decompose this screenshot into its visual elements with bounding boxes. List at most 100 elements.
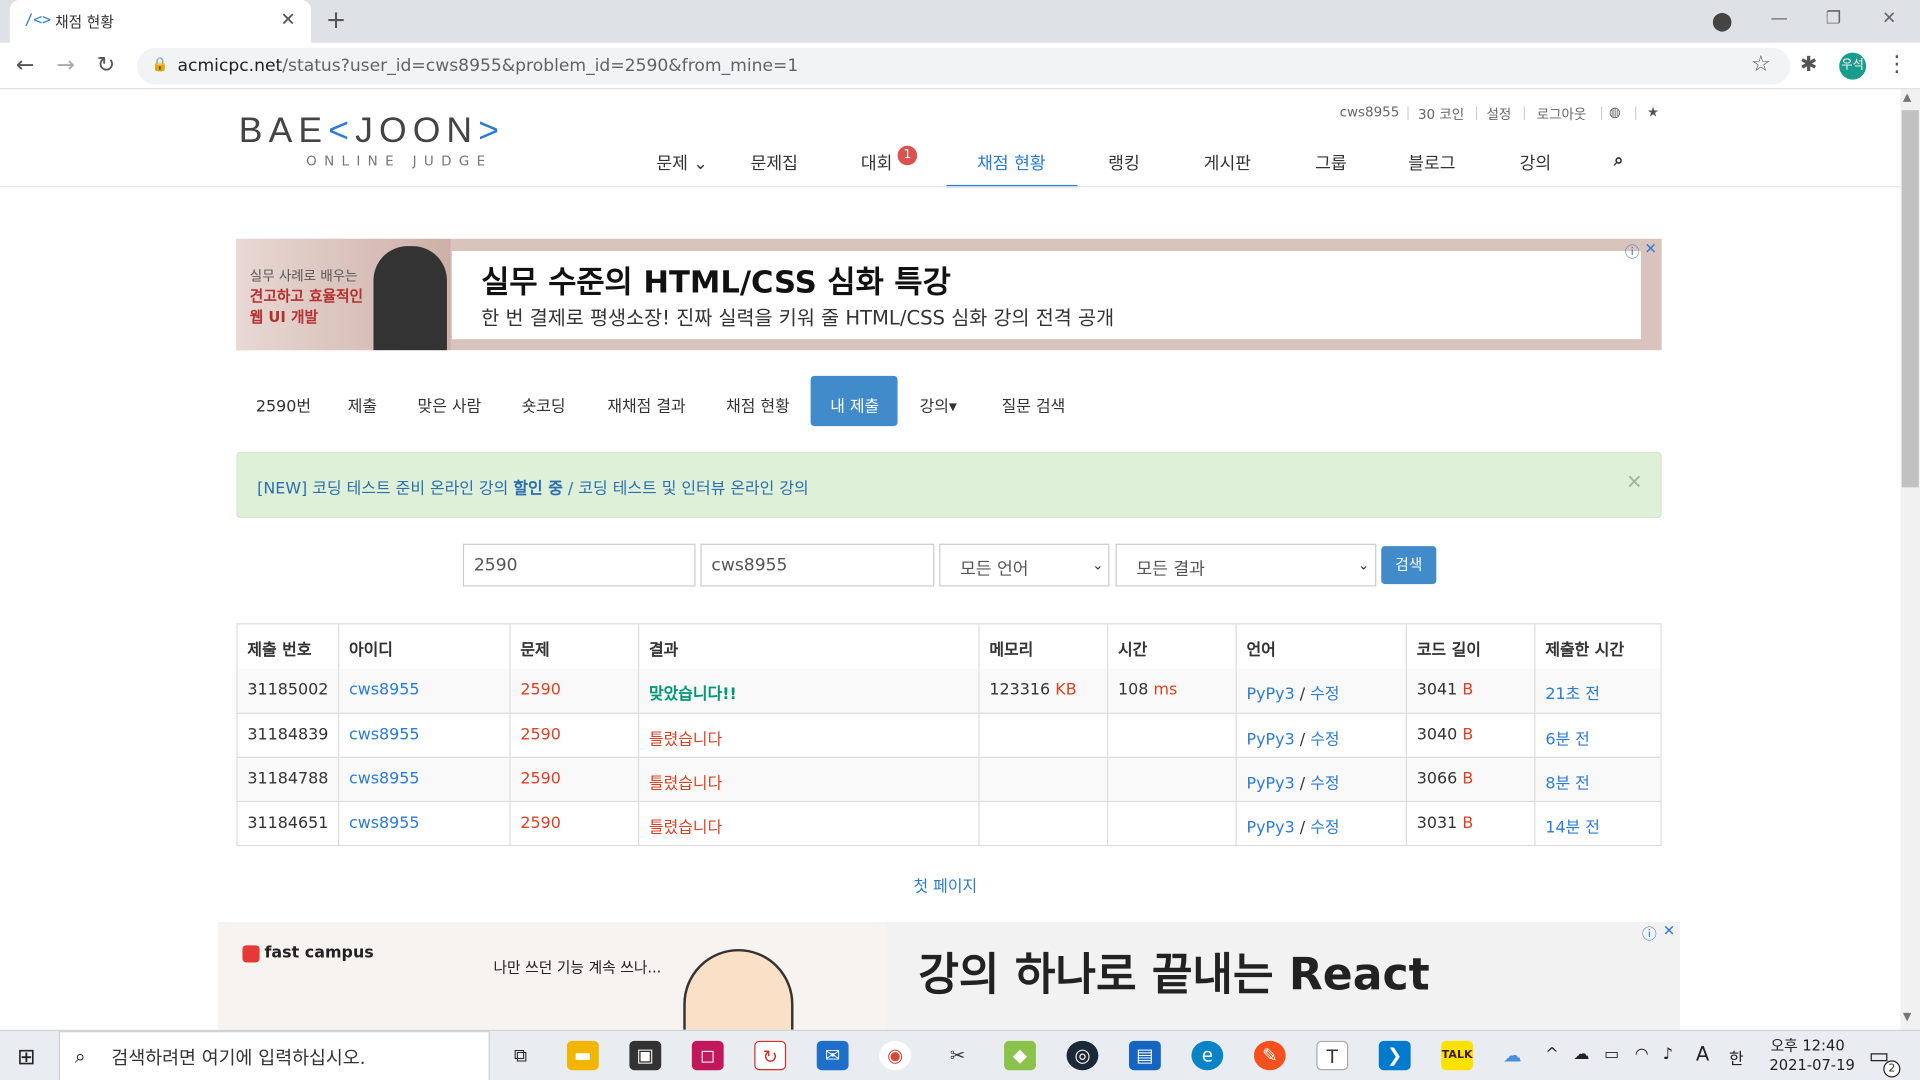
reader-icon[interactable]: ▤ xyxy=(1128,1040,1161,1071)
first-page-link[interactable]: 첫 페이지 xyxy=(913,873,977,896)
cell-user[interactable]: cws8955 xyxy=(337,668,509,713)
language-link[interactable]: PyPy3 xyxy=(1247,819,1295,837)
file-explorer-icon[interactable]: ▬ xyxy=(566,1040,599,1071)
cell-language[interactable]: PyPy3 / 수정 xyxy=(1235,713,1406,758)
cell-submitted[interactable]: 14분 전 xyxy=(1534,802,1663,847)
promo-alert-link[interactable]: [NEW] 코딩 테스트 준비 온라인 강의 할인 중 / 코딩 테스트 및 인… xyxy=(257,475,809,498)
volume-icon[interactable]: ♪ xyxy=(1663,1046,1673,1064)
user-link[interactable]: cws8955 xyxy=(349,814,420,832)
app-colorful-icon[interactable]: ◆ xyxy=(1004,1040,1036,1071)
edit-link[interactable]: 수정 xyxy=(1310,731,1339,749)
submitted-time-link[interactable]: 21초 전 xyxy=(1545,686,1600,704)
subnav-problem[interactable]: 2590번 xyxy=(256,393,311,416)
cell-problem[interactable]: 2590 xyxy=(509,757,638,803)
subnav-question-search[interactable]: 질문 검색 xyxy=(1002,393,1066,416)
ad-banner-top[interactable]: 실무 사례로 배우는 견고하고 효율적인 웹 UI 개발 실무 수준의 HTML… xyxy=(236,238,1662,351)
subnav-accepted[interactable]: 맞은 사람 xyxy=(418,393,482,416)
subnav-shortcoding[interactable]: 숏코딩 xyxy=(522,393,566,416)
scroll-down-icon[interactable]: ▼ xyxy=(1903,1011,1911,1023)
nav-lecture[interactable]: 강의 xyxy=(1520,151,1552,175)
edge-icon[interactable]: e xyxy=(1191,1040,1224,1071)
onedrive-icon[interactable]: ☁ xyxy=(1573,1046,1589,1064)
problem-link[interactable]: 2590 xyxy=(520,726,561,744)
alert-close-icon[interactable]: ✕ xyxy=(1626,470,1642,493)
ad-close-icon[interactable]: ✕ xyxy=(1663,922,1675,939)
profile-avatar[interactable]: 우석 xyxy=(1839,52,1867,80)
tray-overflow-icon[interactable]: ^ xyxy=(1545,1046,1558,1064)
ime-mode-a[interactable]: A xyxy=(1696,1042,1709,1065)
submitted-time-link[interactable]: 6분 전 xyxy=(1545,731,1589,749)
submitted-time-link[interactable]: 14분 전 xyxy=(1545,819,1600,837)
store-icon[interactable]: ▣ xyxy=(629,1040,662,1071)
bookmark-star-icon[interactable]: ☆ xyxy=(1751,51,1771,77)
browser-menu-icon[interactable]: ⋮ xyxy=(1886,51,1908,77)
cell-submitted[interactable]: 6분 전 xyxy=(1534,713,1663,758)
task-view-icon[interactable]: ⧉ xyxy=(504,1041,536,1070)
ad-close-icon[interactable]: ✕ xyxy=(1645,240,1657,257)
reload-icon[interactable]: ↻ xyxy=(97,53,115,79)
language-link[interactable]: PyPy3 xyxy=(1247,775,1295,793)
draw-icon[interactable]: ✎ xyxy=(1253,1040,1286,1071)
cell-user[interactable]: cws8955 xyxy=(337,757,509,803)
cell-problem[interactable]: 2590 xyxy=(509,668,638,713)
chrome-icon[interactable]: ◉ xyxy=(879,1040,912,1071)
subnav-rejudge[interactable]: 재채점 결과 xyxy=(607,393,685,416)
top-link-logout[interactable]: 로그아웃 xyxy=(1537,104,1587,124)
wifi-icon[interactable]: ◠ xyxy=(1635,1046,1649,1064)
forward-icon[interactable]: → xyxy=(56,53,74,79)
cell-submitted[interactable]: 8분 전 xyxy=(1534,757,1663,803)
kakaotalk-icon[interactable]: TALK xyxy=(1441,1040,1474,1071)
favorite-star-icon[interactable]: ★ xyxy=(1647,104,1659,120)
problem-id-input[interactable]: 2590 xyxy=(462,543,696,587)
ad-banner-bottom[interactable]: fast campus 나만 쓰던 기능 계속 쓰나... 강의 하나로 끝내는… xyxy=(217,922,1681,1030)
mail-icon[interactable]: ✉ xyxy=(816,1040,849,1071)
cell-submitted[interactable]: 21초 전 xyxy=(1534,668,1663,713)
minimize-icon[interactable]: — xyxy=(1771,9,1788,29)
typora-icon[interactable]: T xyxy=(1316,1040,1349,1071)
clock-time[interactable]: 오후 12:40 xyxy=(1771,1035,1845,1056)
problem-link[interactable]: 2590 xyxy=(520,814,561,832)
cell-problem[interactable]: 2590 xyxy=(509,713,638,758)
edit-link[interactable]: 수정 xyxy=(1310,775,1339,793)
cell-language[interactable]: PyPy3 / 수정 xyxy=(1235,757,1406,803)
cell-user[interactable]: cws8955 xyxy=(337,802,509,847)
cell-language[interactable]: PyPy3 / 수정 xyxy=(1235,802,1406,847)
browser-tab[interactable]: /<> 채점 현황 ✕ xyxy=(9,0,312,43)
nav-board[interactable]: 게시판 xyxy=(1204,151,1251,175)
search-icon[interactable]: ⌕ xyxy=(1614,151,1624,171)
edit-link[interactable]: 수정 xyxy=(1310,819,1339,837)
tab-close-icon[interactable]: ✕ xyxy=(280,9,295,31)
cloud-icon[interactable]: ☁ xyxy=(1496,1041,1528,1070)
snipping-icon[interactable]: ✂ xyxy=(942,1041,974,1070)
tab-search-icon[interactable]: ⬤ xyxy=(1712,10,1733,32)
back-icon[interactable]: ← xyxy=(16,53,34,79)
windows-start-icon[interactable]: ⊞ xyxy=(17,1044,35,1070)
app-icon[interactable]: ◻ xyxy=(691,1040,724,1071)
sync-icon[interactable]: ↻ xyxy=(754,1040,787,1071)
edit-link[interactable]: 수정 xyxy=(1310,686,1339,704)
ime-korean[interactable]: 한 xyxy=(1729,1046,1744,1069)
extensions-icon[interactable]: ✱ xyxy=(1800,53,1817,77)
problem-link[interactable]: 2590 xyxy=(520,681,561,699)
language-link[interactable]: PyPy3 xyxy=(1247,686,1295,704)
user-link[interactable]: cws8955 xyxy=(349,681,420,699)
nav-status[interactable]: 채점 현황 xyxy=(977,151,1046,175)
nav-contest[interactable]: 대회 xyxy=(861,151,893,175)
language-select[interactable]: 모든 언어 ⌄ xyxy=(939,543,1110,587)
nav-workbook[interactable]: 문제집 xyxy=(751,151,798,175)
user-id-input[interactable]: cws8955 xyxy=(700,543,935,587)
clock-date[interactable]: 2021-07-19 xyxy=(1769,1057,1854,1074)
window-close-icon[interactable]: ✕ xyxy=(1882,9,1896,29)
address-bar[interactable]: 🔒 acmicpc.net/status?user_id=cws8955&pro… xyxy=(137,47,1791,85)
search-button[interactable]: 검색 xyxy=(1381,546,1437,585)
nav-blog[interactable]: 블로그 xyxy=(1408,151,1455,175)
scroll-up-icon[interactable]: ▲ xyxy=(1903,92,1911,104)
scrollbar-thumb[interactable] xyxy=(1901,110,1919,488)
nav-group[interactable]: 그룹 xyxy=(1315,151,1347,175)
language-link[interactable]: PyPy3 xyxy=(1247,731,1295,749)
steam-icon[interactable]: ◎ xyxy=(1066,1040,1099,1071)
result-select[interactable]: 모든 결과 ⌄ xyxy=(1115,543,1377,587)
globe-icon[interactable]: ◍ xyxy=(1609,104,1621,120)
user-link[interactable]: cws8955 xyxy=(349,726,420,744)
cell-user[interactable]: cws8955 xyxy=(337,713,509,758)
